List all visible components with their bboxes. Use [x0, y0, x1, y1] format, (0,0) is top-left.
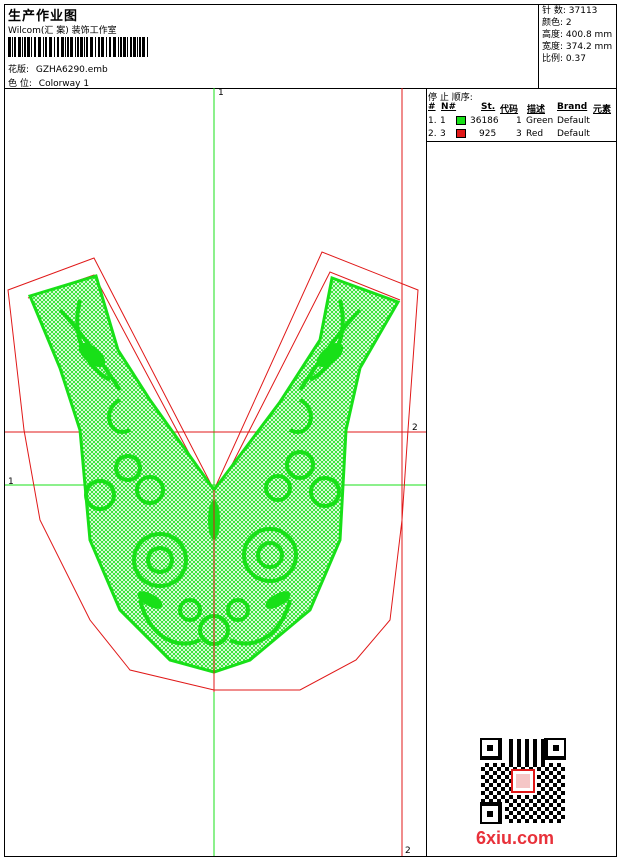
design-label: 花版:	[8, 65, 30, 75]
stats-panel: 针 数: 37113 颜色: 2 高度: 400.8 mm 宽度: 374.2 …	[542, 5, 612, 65]
design-file-row: 花版: GZHA6290.emb	[8, 62, 108, 75]
company-name: Wilcom(汇 案) 装饰工作室	[8, 26, 117, 36]
marker-right: 2	[412, 423, 418, 433]
design-scale: 比例: 0.37	[542, 54, 586, 64]
col-stitches-header: St.	[481, 102, 496, 112]
marker-bottom: 2	[405, 846, 411, 856]
page-title: 生产作业图	[8, 9, 79, 24]
stats-divider	[538, 4, 539, 88]
site-logo: 6xiu.com	[476, 828, 555, 848]
qr-code	[480, 738, 566, 824]
sequence-divider	[426, 141, 617, 142]
green-swatch	[456, 116, 466, 125]
col-no-header: N#	[441, 102, 457, 112]
red-swatch	[456, 129, 466, 138]
design-width: 宽度: 374.2 mm	[542, 42, 613, 52]
col-seq-header: #	[428, 102, 436, 112]
embroidery-design	[5, 88, 426, 856]
sidebar-divider	[426, 88, 427, 857]
color-count: 颜色: 2	[542, 18, 572, 28]
design-height: 高度: 400.8 mm	[542, 30, 613, 40]
col-code-header: 代码	[500, 105, 519, 115]
col-desc-header: 描述	[527, 105, 546, 115]
design-file-name: GZHA6290.emb	[35, 65, 108, 75]
col-brand-header: Brand	[557, 102, 588, 112]
marker-top: 1	[218, 88, 224, 98]
col-element-header: 元素	[593, 105, 612, 115]
stitch-count: 针 数: 37113	[542, 6, 598, 16]
marker-left: 1	[8, 477, 14, 487]
barcode	[8, 37, 148, 57]
